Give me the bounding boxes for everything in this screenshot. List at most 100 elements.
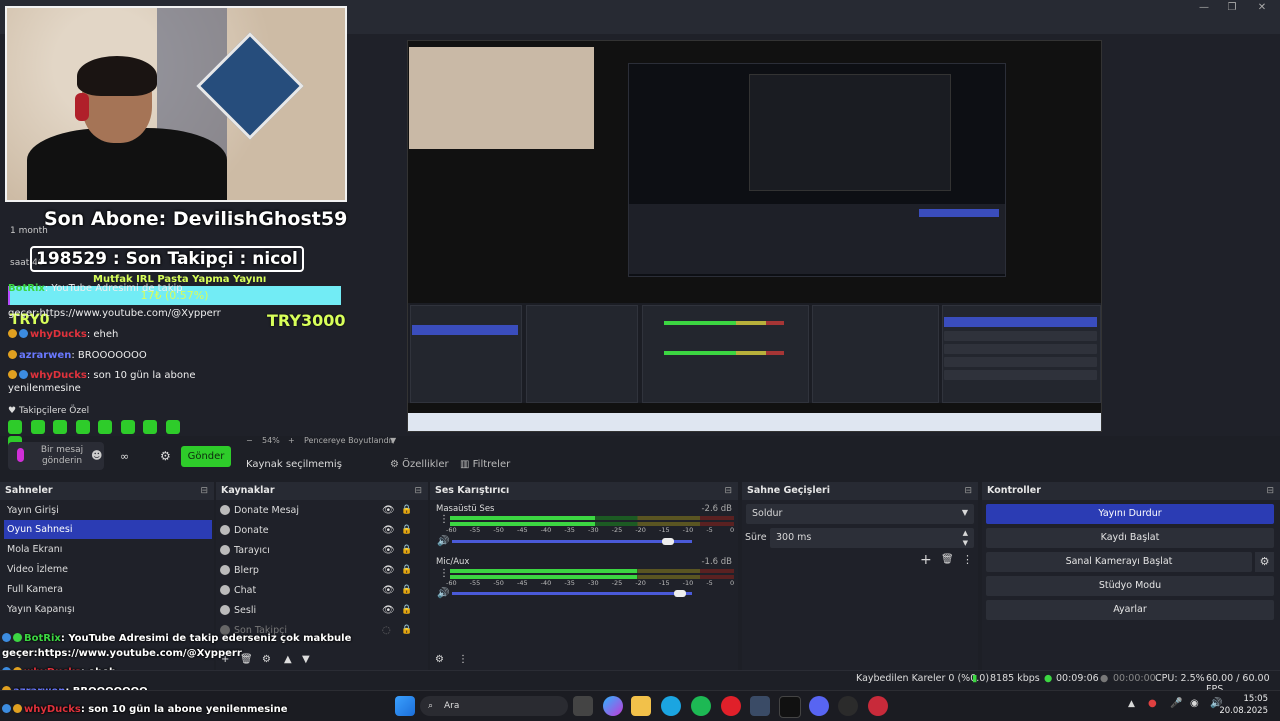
volume-slider[interactable] — [452, 538, 692, 545]
zoom-out-button[interactable]: − — [246, 436, 253, 445]
chat-send-button[interactable]: Gönder — [181, 446, 231, 467]
source-item[interactable]: Tarayıcı 👁 🔒 — [218, 541, 428, 560]
scene-item[interactable]: Full Kamera — [4, 580, 212, 599]
float-dock-icon[interactable]: ⊟ — [1266, 482, 1274, 500]
settings-button[interactable]: Ayarlar — [986, 600, 1274, 620]
opera-icon[interactable] — [721, 696, 741, 716]
lock-icon[interactable]: 🔒 — [401, 581, 412, 600]
volume-slider-knob[interactable] — [674, 590, 686, 597]
microphone-icon[interactable] — [17, 448, 24, 462]
chevron-up-icon[interactable]: ▲ — [1128, 699, 1135, 709]
float-dock-icon[interactable]: ⊟ — [724, 482, 732, 500]
duration-input[interactable]: 300 ms ▲ ▼ — [770, 528, 974, 548]
speaker-icon[interactable]: 🔊 — [437, 536, 449, 547]
stepper-icon[interactable]: ▲ ▼ — [963, 528, 968, 548]
chat-message: whyDucks: son 10 gün la abone — [8, 369, 196, 382]
emote-icon[interactable] — [53, 420, 67, 434]
chat-message: yenilenmesine — [8, 383, 81, 394]
close-button[interactable]: ✕ — [1250, 0, 1274, 16]
edge-icon[interactable] — [661, 696, 681, 716]
minimize-button[interactable]: — — [1192, 0, 1216, 16]
visibility-eye-icon[interactable]: 👁 — [382, 561, 395, 580]
discord-icon[interactable] — [809, 696, 829, 716]
source-item[interactable]: Donate 👁 🔒 — [218, 521, 428, 540]
emote-icon[interactable] — [98, 420, 112, 434]
chat-message-input[interactable]: Bir mesaj gönderin ☻ — [8, 442, 104, 470]
steam-icon[interactable] — [750, 696, 770, 716]
start-virtual-camera-button[interactable]: Sanal Kamerayı Başlat — [986, 552, 1252, 572]
kebab-menu-icon[interactable]: ⋮ — [439, 568, 449, 579]
emote-icon[interactable] — [75, 420, 90, 434]
move-down-icon[interactable]: ▼ — [302, 654, 310, 665]
gear-icon[interactable]: ⚙ — [262, 654, 271, 665]
source-item[interactable]: Blerp 👁 🔒 — [218, 561, 428, 580]
kebab-menu-icon[interactable]: ⋮ — [962, 553, 973, 566]
lock-icon[interactable]: 🔒 — [401, 601, 412, 620]
chevron-down-icon[interactable]: ▼ — [390, 436, 396, 445]
visibility-eye-icon[interactable]: 👁 — [382, 541, 395, 560]
emoji-icon[interactable]: ☻ — [91, 449, 102, 462]
task-view-icon[interactable] — [573, 696, 593, 716]
scene-item[interactable]: Yayın Kapanışı — [4, 600, 212, 619]
float-dock-icon[interactable]: ⊟ — [964, 482, 972, 500]
filters-button[interactable]: ▥ Filtreler — [460, 459, 510, 470]
studio-mode-button[interactable]: Stüdyo Modu — [986, 576, 1274, 596]
transition-select[interactable]: Soldur ▼ — [746, 504, 974, 524]
volume-slider[interactable] — [452, 590, 692, 597]
maximize-button[interactable]: ❐ — [1220, 0, 1244, 16]
lock-icon[interactable]: 🔒 — [401, 621, 412, 640]
start-recording-button[interactable]: Kaydı Başlat — [986, 528, 1274, 548]
visibility-eye-icon[interactable]: 👁 — [382, 581, 395, 600]
add-transition-icon[interactable]: + — [920, 552, 932, 568]
emote-icon[interactable] — [8, 420, 22, 434]
scene-item[interactable]: Yayın Girişi — [4, 501, 212, 520]
visibility-eye-icon[interactable]: 👁 — [382, 501, 395, 520]
trash-icon[interactable]: 🗑 — [941, 554, 954, 565]
gear-icon[interactable]: ⚙ — [1255, 552, 1274, 572]
float-dock-icon[interactable]: ⊟ — [414, 482, 422, 500]
network-icon[interactable]: ◉ — [1190, 698, 1199, 709]
lock-icon[interactable]: 🔒 — [401, 521, 412, 540]
hidden-eye-icon[interactable]: ◌ — [382, 621, 391, 640]
windows-start-icon[interactable] — [395, 696, 415, 716]
tray-app-icon[interactable]: ● — [1148, 698, 1157, 709]
stop-streaming-button[interactable]: Yayını Durdur — [986, 504, 1274, 524]
file-explorer-icon[interactable] — [631, 696, 651, 716]
zoom-in-button[interactable]: + — [288, 436, 295, 445]
app-icon[interactable] — [779, 696, 801, 718]
properties-button[interactable]: ⚙ Özellikler — [390, 459, 449, 470]
source-item[interactable]: Chat 👁 🔒 — [218, 581, 428, 600]
taskbar-search[interactable]: ⌕ Ara — [420, 696, 568, 716]
microphone-icon[interactable]: 🎤 — [1170, 698, 1182, 709]
clock[interactable]: 15:05 20.08.2025 — [1219, 693, 1268, 717]
fit-window-label[interactable]: Pencereye Boyutlandır — [304, 436, 394, 445]
gear-icon[interactable]: ⚙ — [435, 654, 444, 665]
emote-icon[interactable] — [30, 420, 45, 434]
lock-icon[interactable]: 🔒 — [401, 501, 412, 520]
scene-item[interactable]: Video İzleme — [4, 560, 212, 579]
volume-slider-knob[interactable] — [662, 538, 674, 545]
visibility-eye-icon[interactable]: 👁 — [382, 601, 395, 620]
emote-icon[interactable] — [165, 420, 180, 434]
app-icon[interactable] — [868, 696, 888, 716]
source-item[interactable]: Donate Mesaj 👁 🔒 — [218, 501, 428, 520]
float-dock-icon[interactable]: ⊟ — [200, 482, 208, 500]
lock-icon[interactable]: 🔒 — [401, 561, 412, 580]
speaker-icon[interactable]: 🔊 — [437, 588, 449, 599]
emote-icon[interactable] — [143, 420, 157, 434]
chat-settings-gear-icon[interactable]: ⚙ — [160, 449, 171, 463]
kebab-menu-icon[interactable]: ⋮ — [458, 654, 468, 665]
source-item[interactable]: Sesli 👁 🔒 — [218, 601, 428, 620]
scene-item[interactable]: Mola Ekranı — [4, 540, 212, 559]
spotify-icon[interactable] — [691, 696, 711, 716]
move-up-icon[interactable]: ▲ — [284, 654, 292, 665]
obs-icon[interactable] — [838, 696, 858, 716]
visibility-eye-icon[interactable]: 👁 — [382, 521, 395, 540]
kebab-menu-icon[interactable]: ⋮ — [439, 514, 449, 525]
scene-item-active[interactable]: Oyun Sahnesi — [4, 520, 212, 539]
emote-icon[interactable] — [120, 420, 135, 434]
copilot-icon[interactable] — [603, 696, 623, 716]
lock-icon[interactable]: 🔒 — [401, 541, 412, 560]
program-preview[interactable] — [407, 40, 1102, 432]
bits-icon[interactable]: ∞ — [120, 450, 129, 463]
